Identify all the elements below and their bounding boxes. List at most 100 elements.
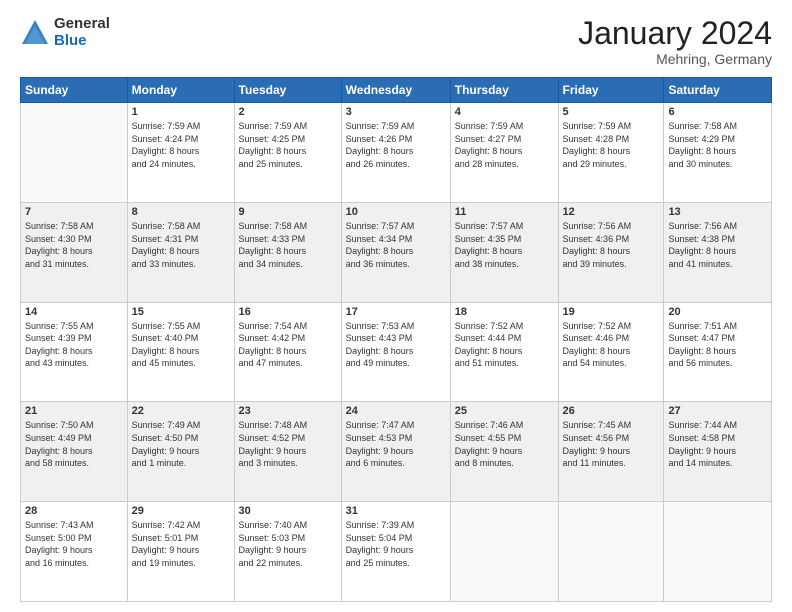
col-header-monday: Monday — [127, 78, 234, 103]
day-info: Sunrise: 7:42 AM Sunset: 5:01 PM Dayligh… — [132, 519, 230, 569]
day-number: 6 — [668, 106, 767, 118]
day-info: Sunrise: 7:40 AM Sunset: 5:03 PM Dayligh… — [239, 519, 337, 569]
week-row-1: 7 Sunrise: 7:58 AM Sunset: 4:30 PM Daylig… — [21, 202, 772, 302]
day-info: Sunrise: 7:57 AM Sunset: 4:35 PM Dayligh… — [455, 220, 554, 270]
day-info: Sunrise: 7:52 AM Sunset: 4:44 PM Dayligh… — [455, 320, 554, 370]
calendar-cell: 24Sunrise: 7:47 AM Sunset: 4:53 PM Dayli… — [341, 402, 450, 502]
page: General Blue January 2024 Mehring, Germa… — [0, 0, 792, 612]
day-number: 5 — [563, 106, 660, 118]
day-number: 27 — [668, 405, 767, 417]
col-header-wednesday: Wednesday — [341, 78, 450, 103]
day-number: 18 — [455, 306, 554, 318]
day-info: Sunrise: 7:44 AM Sunset: 4:58 PM Dayligh… — [668, 419, 767, 469]
day-info: Sunrise: 7:51 AM Sunset: 4:47 PM Dayligh… — [668, 320, 767, 370]
week-row-2: 14 Sunrise: 7:55 AM Sunset: 4:39 PM Dayli… — [21, 302, 772, 402]
day-number: 15 — [132, 306, 230, 318]
calendar-cell: 28 Sunrise: 7:43 AM Sunset: 5:00 PM Dayli… — [21, 502, 128, 602]
calendar-cell — [664, 502, 772, 602]
calendar-cell: 10Sunrise: 7:57 AM Sunset: 4:34 PM Dayli… — [341, 202, 450, 302]
calendar-cell: 23 Sunrise: 7:48 AM Sunset: 4:52 PM Dayli… — [234, 402, 341, 502]
day-info: Sunrise: 7:46 AM Sunset: 4:55 PM Dayligh… — [455, 419, 554, 469]
day-info: Sunrise: 7:54 AM Sunset: 4:42 PM Dayligh… — [239, 320, 337, 370]
calendar-cell: 7 Sunrise: 7:58 AM Sunset: 4:30 PM Daylig… — [21, 202, 128, 302]
calendar-cell: 27 Sunrise: 7:44 AM Sunset: 4:58 PM Dayli… — [664, 402, 772, 502]
week-row-0: 1 Sunrise: 7:59 AM Sunset: 4:24 PM Daylig… — [21, 103, 772, 203]
day-number: 7 — [25, 206, 123, 218]
calendar-cell: 18 Sunrise: 7:52 AM Sunset: 4:44 PM Dayli… — [450, 302, 558, 402]
calendar-cell: 30 Sunrise: 7:40 AM Sunset: 5:03 PM Dayli… — [234, 502, 341, 602]
day-info: Sunrise: 7:59 AM Sunset: 4:28 PM Dayligh… — [563, 120, 660, 170]
day-info: Sunrise: 7:53 AM Sunset: 4:43 PM Dayligh… — [346, 320, 446, 370]
day-info: Sunrise: 7:43 AM Sunset: 5:00 PM Dayligh… — [25, 519, 123, 569]
calendar-cell: 2 Sunrise: 7:59 AM Sunset: 4:25 PM Daylig… — [234, 103, 341, 203]
calendar-cell: 21Sunrise: 7:50 AM Sunset: 4:49 PM Dayli… — [21, 402, 128, 502]
calendar-cell: 4 Sunrise: 7:59 AM Sunset: 4:27 PM Daylig… — [450, 103, 558, 203]
day-info: Sunrise: 7:58 AM Sunset: 4:31 PM Dayligh… — [132, 220, 230, 270]
header: General Blue January 2024 Mehring, Germa… — [20, 16, 772, 67]
day-info: Sunrise: 7:58 AM Sunset: 4:30 PM Dayligh… — [25, 220, 123, 270]
day-number: 28 — [25, 505, 123, 517]
day-number: 29 — [132, 505, 230, 517]
col-header-tuesday: Tuesday — [234, 78, 341, 103]
day-info: Sunrise: 7:49 AM Sunset: 4:50 PM Dayligh… — [132, 419, 230, 469]
location: Mehring, Germany — [578, 51, 772, 67]
day-info: Sunrise: 7:58 AM Sunset: 4:29 PM Dayligh… — [668, 120, 767, 170]
title-block: January 2024 Mehring, Germany — [578, 16, 772, 67]
calendar-cell: 26 Sunrise: 7:45 AM Sunset: 4:56 PM Dayli… — [558, 402, 664, 502]
logo-general-text: General — [54, 16, 110, 33]
day-number: 13 — [668, 206, 767, 218]
day-number: 20 — [668, 306, 767, 318]
calendar-cell: 13 Sunrise: 7:56 AM Sunset: 4:38 PM Dayli… — [664, 202, 772, 302]
calendar-cell: 16 Sunrise: 7:54 AM Sunset: 4:42 PM Dayli… — [234, 302, 341, 402]
day-info: Sunrise: 7:50 AM Sunset: 4:49 PM Dayligh… — [25, 419, 123, 469]
col-header-saturday: Saturday — [664, 78, 772, 103]
day-number: 19 — [563, 306, 660, 318]
col-header-friday: Friday — [558, 78, 664, 103]
calendar-cell: 6 Sunrise: 7:58 AM Sunset: 4:29 PM Daylig… — [664, 103, 772, 203]
day-number: 9 — [239, 206, 337, 218]
day-info: Sunrise: 7:59 AM Sunset: 4:26 PM Dayligh… — [346, 120, 446, 170]
day-info: Sunrise: 7:52 AM Sunset: 4:46 PM Dayligh… — [563, 320, 660, 370]
calendar-cell: 12Sunrise: 7:56 AM Sunset: 4:36 PM Dayli… — [558, 202, 664, 302]
day-number: 31 — [346, 505, 446, 517]
week-row-3: 21Sunrise: 7:50 AM Sunset: 4:49 PM Dayli… — [21, 402, 772, 502]
day-info: Sunrise: 7:39 AM Sunset: 5:04 PM Dayligh… — [346, 519, 446, 569]
calendar-cell: 17 Sunrise: 7:53 AM Sunset: 4:43 PM Dayli… — [341, 302, 450, 402]
day-number: 11 — [455, 206, 554, 218]
day-number: 3 — [346, 106, 446, 118]
calendar-header-row: SundayMondayTuesdayWednesdayThursdayFrid… — [21, 78, 772, 103]
day-number: 8 — [132, 206, 230, 218]
calendar-cell: 22Sunrise: 7:49 AM Sunset: 4:50 PM Dayli… — [127, 402, 234, 502]
day-info: Sunrise: 7:55 AM Sunset: 4:39 PM Dayligh… — [25, 320, 123, 370]
day-info: Sunrise: 7:56 AM Sunset: 4:36 PM Dayligh… — [563, 220, 660, 270]
month-title: January 2024 — [578, 16, 772, 51]
day-number: 2 — [239, 106, 337, 118]
day-info: Sunrise: 7:59 AM Sunset: 4:27 PM Dayligh… — [455, 120, 554, 170]
day-info: Sunrise: 7:47 AM Sunset: 4:53 PM Dayligh… — [346, 419, 446, 469]
calendar-cell — [450, 502, 558, 602]
day-info: Sunrise: 7:59 AM Sunset: 4:25 PM Dayligh… — [239, 120, 337, 170]
calendar-cell: 25 Sunrise: 7:46 AM Sunset: 4:55 PM Dayli… — [450, 402, 558, 502]
day-info: Sunrise: 7:48 AM Sunset: 4:52 PM Dayligh… — [239, 419, 337, 469]
day-number: 16 — [239, 306, 337, 318]
day-info: Sunrise: 7:55 AM Sunset: 4:40 PM Dayligh… — [132, 320, 230, 370]
day-number: 4 — [455, 106, 554, 118]
day-number: 17 — [346, 306, 446, 318]
calendar-cell: 15 Sunrise: 7:55 AM Sunset: 4:40 PM Dayli… — [127, 302, 234, 402]
day-info: Sunrise: 7:45 AM Sunset: 4:56 PM Dayligh… — [563, 419, 660, 469]
day-number: 1 — [132, 106, 230, 118]
day-info: Sunrise: 7:56 AM Sunset: 4:38 PM Dayligh… — [668, 220, 767, 270]
day-info: Sunrise: 7:59 AM Sunset: 4:24 PM Dayligh… — [132, 120, 230, 170]
calendar-cell: 8 Sunrise: 7:58 AM Sunset: 4:31 PM Daylig… — [127, 202, 234, 302]
day-number: 26 — [563, 405, 660, 417]
day-number: 30 — [239, 505, 337, 517]
calendar-cell: 3 Sunrise: 7:59 AM Sunset: 4:26 PM Daylig… — [341, 103, 450, 203]
col-header-sunday: Sunday — [21, 78, 128, 103]
day-number: 14 — [25, 306, 123, 318]
calendar-cell: 14 Sunrise: 7:55 AM Sunset: 4:39 PM Dayli… — [21, 302, 128, 402]
day-number: 23 — [239, 405, 337, 417]
logo-blue-text: Blue — [54, 33, 110, 50]
calendar-cell: 11 Sunrise: 7:57 AM Sunset: 4:35 PM Dayli… — [450, 202, 558, 302]
calendar-cell: 20 Sunrise: 7:51 AM Sunset: 4:47 PM Dayli… — [664, 302, 772, 402]
day-number: 25 — [455, 405, 554, 417]
